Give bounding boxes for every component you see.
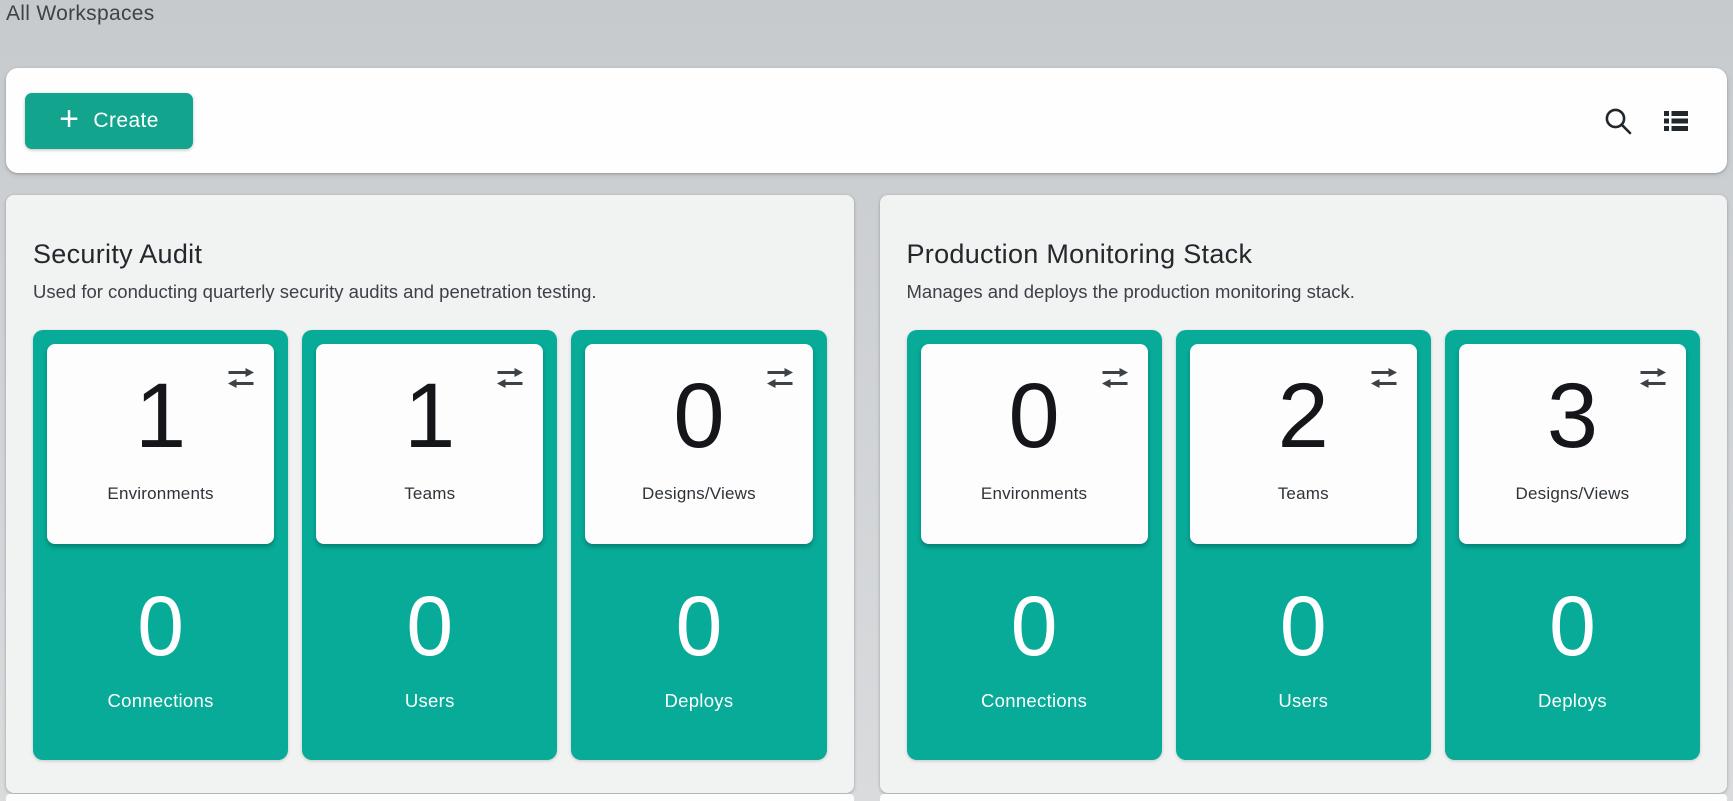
stat-tile-back: 0 Deploys	[1459, 590, 1686, 712]
stat-tile-environments: 1 Environments 0 Connections	[33, 330, 288, 760]
create-button[interactable]: + Create	[25, 93, 193, 149]
stat-tile-front: 3 Designs/Views	[1459, 344, 1686, 544]
workspace-title: Security Audit	[33, 239, 827, 270]
stat-tile-front: 2 Teams	[1190, 344, 1417, 544]
workspace-cards-row: Security Audit Used for conducting quart…	[6, 195, 1727, 793]
stat-label: Deploys	[585, 690, 812, 712]
stat-value: 0	[921, 344, 1148, 458]
stat-tile-back: 0 Users	[1190, 590, 1417, 712]
stat-label: Connections	[921, 690, 1148, 712]
stat-value: 2	[1190, 344, 1417, 458]
toolbar: + Create	[6, 68, 1727, 173]
plus-icon: +	[59, 102, 79, 136]
stat-label: Environments	[921, 484, 1148, 504]
search-icon[interactable]	[1603, 106, 1633, 136]
swap-horizontal-icon[interactable]	[226, 366, 256, 390]
stat-label: Deploys	[1459, 690, 1686, 712]
list-view-icon[interactable]	[1661, 106, 1691, 136]
create-button-label: Create	[93, 109, 158, 133]
workspace-description: Manages and deploys the production monit…	[907, 281, 1701, 303]
next-row-card-edge	[880, 794, 1728, 801]
stat-value: 0	[47, 590, 274, 662]
toolbar-icons	[1603, 106, 1691, 136]
stat-value: 3	[1459, 344, 1686, 458]
stat-label: Teams	[1190, 484, 1417, 504]
stat-tiles: 0 Environments 0 Connections	[907, 330, 1701, 760]
stat-tile-back: 0 Users	[316, 590, 543, 712]
stat-tile-back: 0 Deploys	[585, 590, 812, 712]
stat-tile-front: 0 Environments	[921, 344, 1148, 544]
swap-horizontal-icon[interactable]	[1369, 366, 1399, 390]
stat-value: 0	[1190, 590, 1417, 662]
stat-label: Designs/Views	[585, 484, 812, 504]
workspace-title: Production Monitoring Stack	[907, 239, 1701, 270]
stat-tile-teams: 1 Teams 0 Users	[302, 330, 557, 760]
workspace-card-security-audit[interactable]: Security Audit Used for conducting quart…	[6, 195, 854, 793]
page-title: All Workspaces	[6, 2, 155, 26]
next-row-cards-edge	[6, 794, 1727, 801]
stat-label: Designs/Views	[1459, 484, 1686, 504]
stat-tile-front: 0 Designs/Views	[585, 344, 812, 544]
workspace-description: Used for conducting quarterly security a…	[33, 281, 827, 303]
stat-tile-teams: 2 Teams 0 Users	[1176, 330, 1431, 760]
stat-tile-back: 0 Connections	[47, 590, 274, 712]
stat-value: 0	[316, 590, 543, 662]
next-row-card-edge	[6, 794, 854, 801]
stat-tile-front: 1 Teams	[316, 344, 543, 544]
stat-label: Users	[316, 690, 543, 712]
workspace-card-production-monitoring-stack[interactable]: Production Monitoring Stack Manages and …	[880, 195, 1728, 793]
swap-horizontal-icon[interactable]	[765, 366, 795, 390]
stat-tile-designs-views: 3 Designs/Views 0 Deploys	[1445, 330, 1700, 760]
swap-horizontal-icon[interactable]	[495, 366, 525, 390]
stat-value: 0	[585, 590, 812, 662]
stat-value: 1	[47, 344, 274, 458]
stat-tiles: 1 Environments 0 Connections	[33, 330, 827, 760]
stat-value: 0	[921, 590, 1148, 662]
swap-horizontal-icon[interactable]	[1638, 366, 1668, 390]
swap-horizontal-icon[interactable]	[1100, 366, 1130, 390]
stat-label: Environments	[47, 484, 274, 504]
workspaces-page: All Workspaces + Create	[0, 0, 1733, 801]
stat-value: 0	[585, 344, 812, 458]
stat-tile-back: 0 Connections	[921, 590, 1148, 712]
stat-label: Users	[1190, 690, 1417, 712]
stat-tile-designs-views: 0 Designs/Views 0 Deploys	[571, 330, 826, 760]
stat-label: Teams	[316, 484, 543, 504]
stat-value: 1	[316, 344, 543, 458]
stat-tile-environments: 0 Environments 0 Connections	[907, 330, 1162, 760]
stat-value: 0	[1459, 590, 1686, 662]
stat-label: Connections	[47, 690, 274, 712]
stat-tile-front: 1 Environments	[47, 344, 274, 544]
